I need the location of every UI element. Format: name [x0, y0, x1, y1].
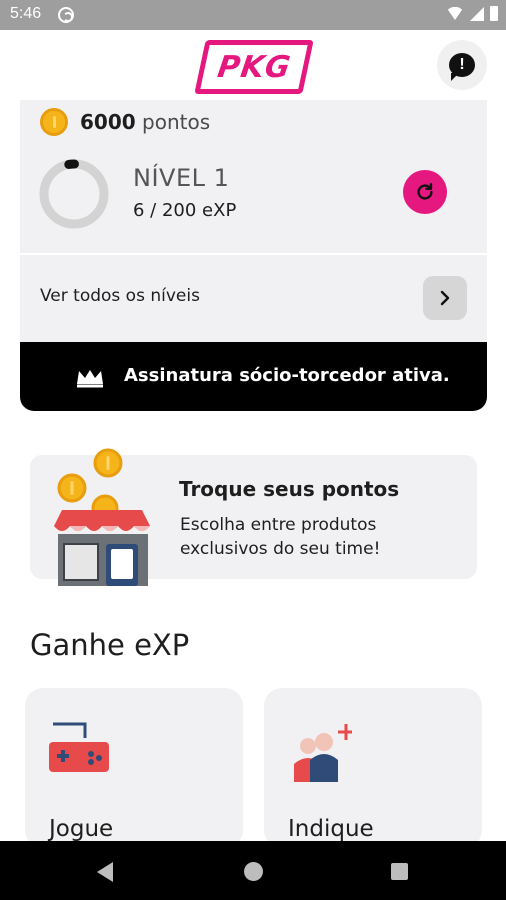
- refresh-icon: [417, 183, 433, 200]
- sync-icon: [58, 7, 74, 23]
- earn-card-refer[interactable]: Indique: [264, 688, 482, 848]
- chevron-right-icon: [440, 290, 450, 306]
- divider: [20, 253, 487, 255]
- level-progress-ring: [39, 159, 109, 229]
- see-all-levels-link[interactable]: Ver todos os níveis: [40, 286, 200, 306]
- logo-text: PKG: [215, 49, 293, 85]
- points-unit: pontos: [142, 110, 211, 134]
- status-time: 5:46: [10, 5, 42, 22]
- gamepad-icon: [49, 722, 109, 772]
- notifications-button[interactable]: !: [437, 40, 487, 90]
- points-balance: 6000 pontos: [80, 110, 210, 134]
- store-illustration-icon: [54, 448, 150, 586]
- points-value: 6000: [80, 110, 136, 134]
- trade-title: Troque seus pontos: [179, 477, 400, 501]
- coin-icon: [40, 108, 68, 136]
- subscription-banner: Assinatura sócio-torcedor ativa.: [20, 342, 487, 411]
- refresh-button[interactable]: [403, 170, 447, 214]
- earn-section-title: Ganhe eXP: [30, 628, 190, 662]
- recent-apps-icon[interactable]: [391, 863, 408, 880]
- battery-icon: [490, 6, 498, 21]
- status-bar: 5:46: [0, 0, 506, 30]
- earn-card-label: Jogue: [49, 816, 114, 842]
- app-header: PKG !: [0, 30, 506, 100]
- level-card: 6000 pontos NÍVEL 1 6 / 200 eXP Ver todo…: [20, 100, 487, 411]
- wifi-icon: [446, 7, 464, 20]
- brand-logo: PKG: [194, 40, 314, 94]
- home-icon[interactable]: [244, 862, 263, 881]
- system-nav-bar: [0, 841, 506, 900]
- level-xp: 6 / 200 eXP: [133, 200, 237, 221]
- see-all-levels-button[interactable]: [423, 276, 467, 320]
- subscription-text: Assinatura sócio-torcedor ativa.: [124, 365, 450, 386]
- earn-card-play[interactable]: Jogue: [25, 688, 243, 848]
- level-title: NÍVEL 1: [133, 164, 230, 192]
- trade-description: Escolha entre produtos exclusivos do seu…: [180, 515, 381, 559]
- crown-icon: [77, 370, 103, 388]
- alert-chat-icon: !: [449, 53, 475, 81]
- back-icon[interactable]: [97, 862, 113, 882]
- earn-card-label: Indique: [288, 816, 374, 842]
- refer-friend-icon: [294, 724, 352, 782]
- status-icons: [446, 6, 498, 21]
- signal-icon: [470, 6, 484, 21]
